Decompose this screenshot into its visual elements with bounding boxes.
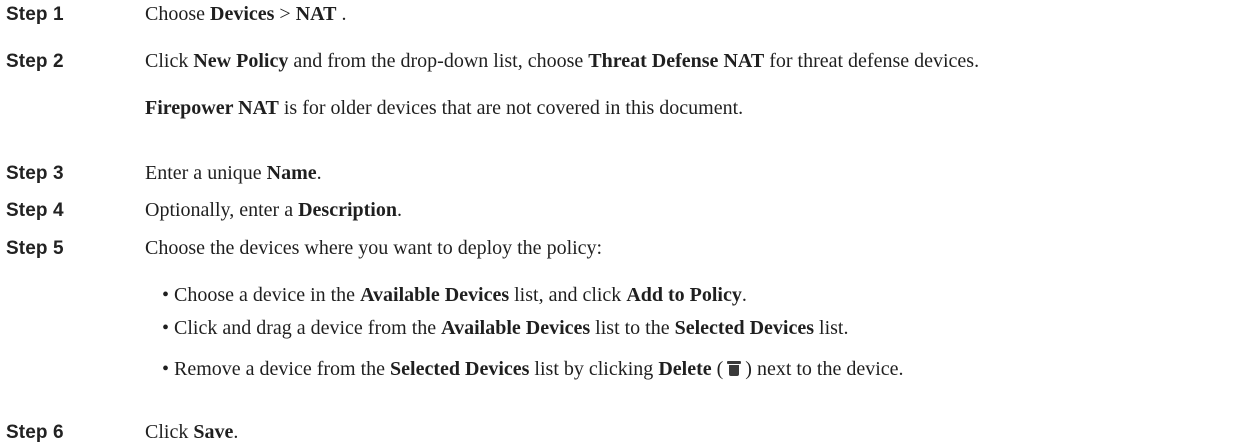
bullet-1-part-a: • Choose a device in the: [162, 284, 361, 306]
available-devices-term: Available Devices: [441, 317, 591, 339]
step-4-label: Step 4: [6, 200, 64, 221]
step-1-text: Choose Devices > NAT .: [145, 3, 346, 26]
step-2-label: Step 2: [6, 51, 64, 72]
step-2-note: Firepower NAT is for older devices that …: [145, 97, 743, 120]
firepower-nat-term: Firepower NAT: [145, 97, 279, 119]
step-6-part-c: .: [233, 421, 239, 443]
bullet-item-3: • Remove a device from the Selected Devi…: [162, 358, 904, 381]
description-term: Description: [298, 199, 397, 221]
bullet-2-part-a: • Click and drag a device from the: [162, 317, 442, 339]
step-2-part-e: for threat defense devices.: [764, 50, 980, 72]
bullet-2-part-e: list.: [814, 317, 849, 339]
step-5-text: Choose the devices where you want to dep…: [145, 237, 603, 259]
bullet-3-part-f: ) next to the device.: [745, 358, 904, 380]
selected-devices-term: Selected Devices: [674, 317, 815, 339]
available-devices-term: Available Devices: [360, 284, 510, 306]
save-term: Save: [193, 421, 234, 443]
bullet-3-part-c: list by clicking: [529, 358, 659, 380]
nat-term: NAT: [295, 3, 337, 25]
step-2-part-c: and from the drop-down list, choose: [288, 50, 589, 72]
step-6-text: Click Save.: [145, 421, 238, 444]
step-4-part-a: Optionally, enter a: [145, 199, 299, 221]
step-2-part-a: Click: [145, 50, 194, 72]
step-1-part-e: .: [336, 3, 347, 25]
trash-icon: [727, 361, 742, 376]
new-policy-term: New Policy: [193, 50, 289, 72]
step-4-text: Optionally, enter a Description.: [145, 199, 402, 222]
name-term: Name: [266, 162, 317, 184]
step-1-part-c: >: [274, 3, 296, 25]
bullet-1-part-e: .: [741, 284, 747, 306]
step-3-part-a: Enter a unique: [145, 162, 267, 184]
devices-term: Devices: [210, 3, 275, 25]
step-5-label: Step 5: [6, 238, 64, 259]
step-3-label: Step 3: [6, 163, 64, 184]
bullet-item-1: • Choose a device in the Available Devic…: [162, 284, 747, 307]
step-4-part-c: .: [397, 199, 402, 221]
step-1-label: Step 1: [6, 4, 64, 25]
add-to-policy-term: Add to Policy: [626, 284, 742, 306]
step-6-part-a: Click: [145, 421, 194, 443]
bullet-2-part-c: list to the: [590, 317, 675, 339]
step-3-part-c: .: [316, 162, 322, 184]
step-6-label: Step 6: [6, 422, 64, 443]
bullet-3-part-e: (: [711, 358, 724, 380]
step-1-part-a: Choose: [145, 3, 210, 25]
bullet-3-part-a: • Remove a device from the: [162, 358, 391, 380]
delete-term: Delete: [658, 358, 712, 380]
threat-defense-nat-term: Threat Defense NAT: [588, 50, 765, 72]
step-2-note-text: is for older devices that are not covere…: [278, 97, 744, 119]
bullet-item-2: • Click and drag a device from the Avail…: [162, 317, 848, 340]
step-3-text: Enter a unique Name.: [145, 162, 322, 185]
selected-devices-term: Selected Devices: [390, 358, 530, 380]
bullet-1-part-c: list, and click: [509, 284, 627, 306]
step-2-text: Click New Policy and from the drop-down …: [145, 50, 979, 73]
